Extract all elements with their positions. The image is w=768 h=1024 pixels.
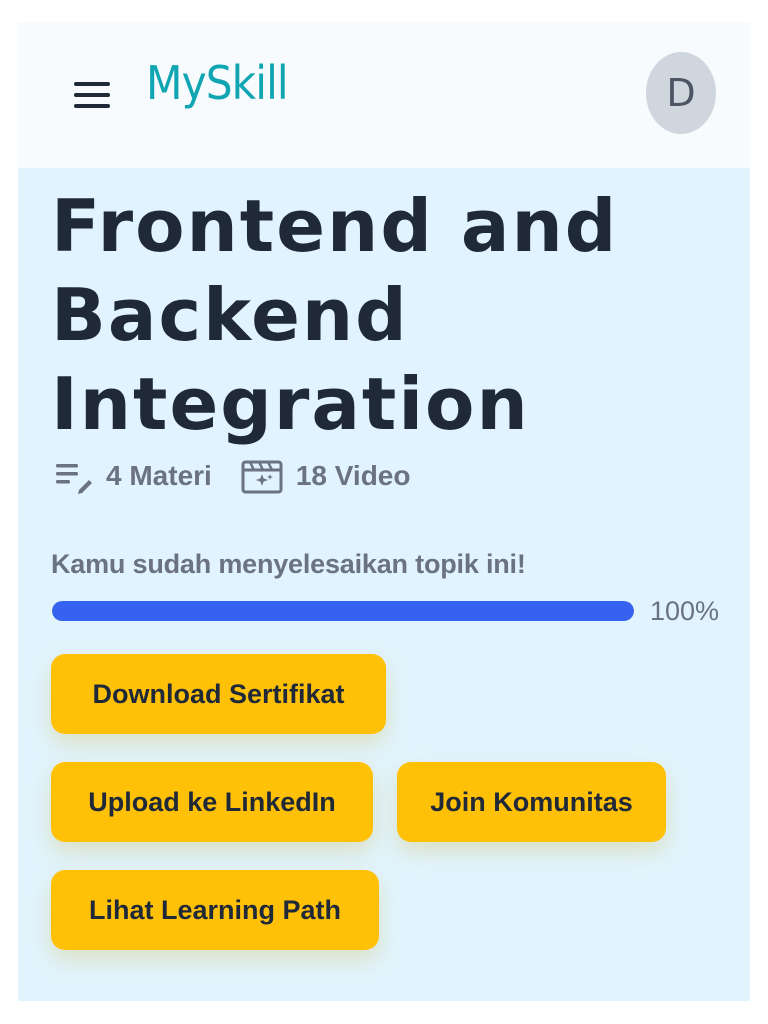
course-title: Frontend and Backend Integration: [51, 182, 671, 449]
menu-icon[interactable]: [74, 82, 110, 108]
user-avatar[interactable]: D: [646, 52, 716, 134]
join-community-button[interactable]: Join Komunitas: [397, 762, 666, 842]
list-edit-icon: [56, 464, 92, 494]
course-title-line-3: Integration: [51, 362, 530, 446]
videos-count: 18 Video: [240, 456, 411, 496]
course-title-line-1: Frontend and: [51, 184, 619, 268]
course-summary-panel: Frontend and Backend Integration 4 Mater…: [18, 168, 750, 1001]
course-meta: 4 Materi 18 Video: [54, 456, 410, 496]
view-learning-path-button[interactable]: Lihat Learning Path: [51, 870, 379, 950]
progress-bar: [52, 601, 634, 621]
progress-bar-fill: [52, 601, 634, 621]
download-certificate-button[interactable]: Download Sertifikat: [51, 654, 386, 734]
myskill-logo[interactable]: MySkill: [146, 56, 289, 110]
top-app-bar: MySkill D: [18, 22, 750, 168]
course-title-line-2: Backend: [51, 273, 409, 357]
materials-label: 4 Materi: [106, 460, 212, 491]
upload-linkedin-button[interactable]: Upload ke LinkedIn: [51, 762, 373, 842]
completion-message: Kamu sudah menyelesaikan topik ini!: [51, 549, 526, 579]
materials-count: 4 Materi: [54, 456, 212, 496]
video-clapper-icon: [241, 460, 283, 494]
videos-label: 18 Video: [295, 460, 411, 491]
progress-percentage: 100%: [650, 596, 720, 626]
app-frame: MySkill D Frontend and Backend Integrati…: [18, 22, 750, 1001]
